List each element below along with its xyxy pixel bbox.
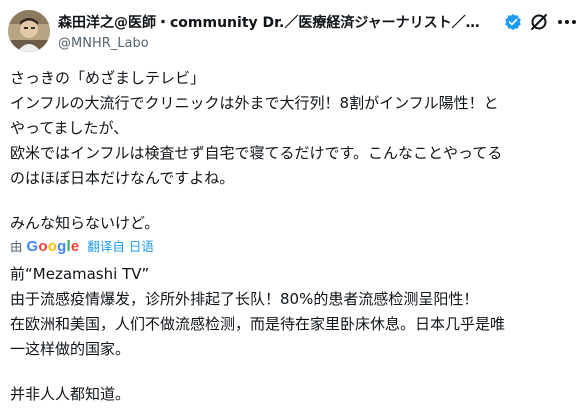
tweet-text-line: みんな知らないけど。: [10, 214, 160, 232]
translated-text-line: 前“Mezamashi TV”: [10, 265, 150, 283]
translated-by-label: 由: [10, 239, 23, 254]
more-icon[interactable]: [556, 12, 578, 32]
translation-attribution: 由 Google 翻译自 日语: [10, 237, 154, 257]
author-name-row[interactable]: 森田洋之@医師・community Dr.／医療経済ジャーナリスト／…: [58, 12, 498, 34]
translated-from-link[interactable]: 翻译自 日语: [87, 239, 153, 254]
tweet-text-blank: [10, 191, 576, 211]
grok-icon[interactable]: [529, 12, 549, 32]
translated-text-line: 由于流感疫情爆发，诊所外排起了长队！80%的患者流感检测呈阳性！: [10, 290, 479, 308]
author-handle[interactable]: @MNHR_Labo: [58, 35, 149, 53]
tweet: 森田洋之@医師・community Dr.／医療経済ジャーナリスト／… @MNH…: [0, 0, 585, 413]
tweet-text-line: やってましたが、: [10, 119, 129, 137]
google-logo: Google: [26, 238, 80, 255]
avatar[interactable]: [8, 10, 50, 52]
tweet-text-line: インフルの大流行でクリニックは外まで大行列！8割がインフル陽性！と: [10, 94, 499, 112]
tweet-text-line: 欧米ではインフルは検査せず自宅で寝てるだけです。こんなことやってる: [10, 144, 503, 162]
tweet-header: 森田洋之@医師・community Dr.／医療経済ジャーナリスト／… @MNH…: [0, 0, 585, 56]
translated-text-line: 在欧洲和美国，人们不做流感检测，而是待在家里卧床休息。日本几乎是唯: [10, 315, 506, 333]
translated-text: 前“Mezamashi TV” 由于流感疫情爆发，诊所外排起了长队！80%的患者…: [10, 262, 576, 407]
translated-text-blank: [10, 362, 576, 382]
translated-text-line: 一这样做的国家。: [10, 340, 131, 358]
author-display-name[interactable]: 森田洋之@医師・community Dr.／医療経済ジャーナリスト／…: [58, 15, 480, 31]
translated-text-line: 并非人人都知道。: [10, 385, 131, 403]
avatar-photo: [8, 10, 50, 52]
tweet-text: さっきの「めざましテレビ」 インフルの大流行でクリニックは外まで大行列！8割がイ…: [10, 66, 576, 236]
tweet-text-line: のはほぼ日本だけなんですよね。: [10, 169, 235, 187]
tweet-text-line: さっきの「めざましテレビ」: [10, 69, 206, 87]
verified-badge-icon: [505, 13, 521, 31]
